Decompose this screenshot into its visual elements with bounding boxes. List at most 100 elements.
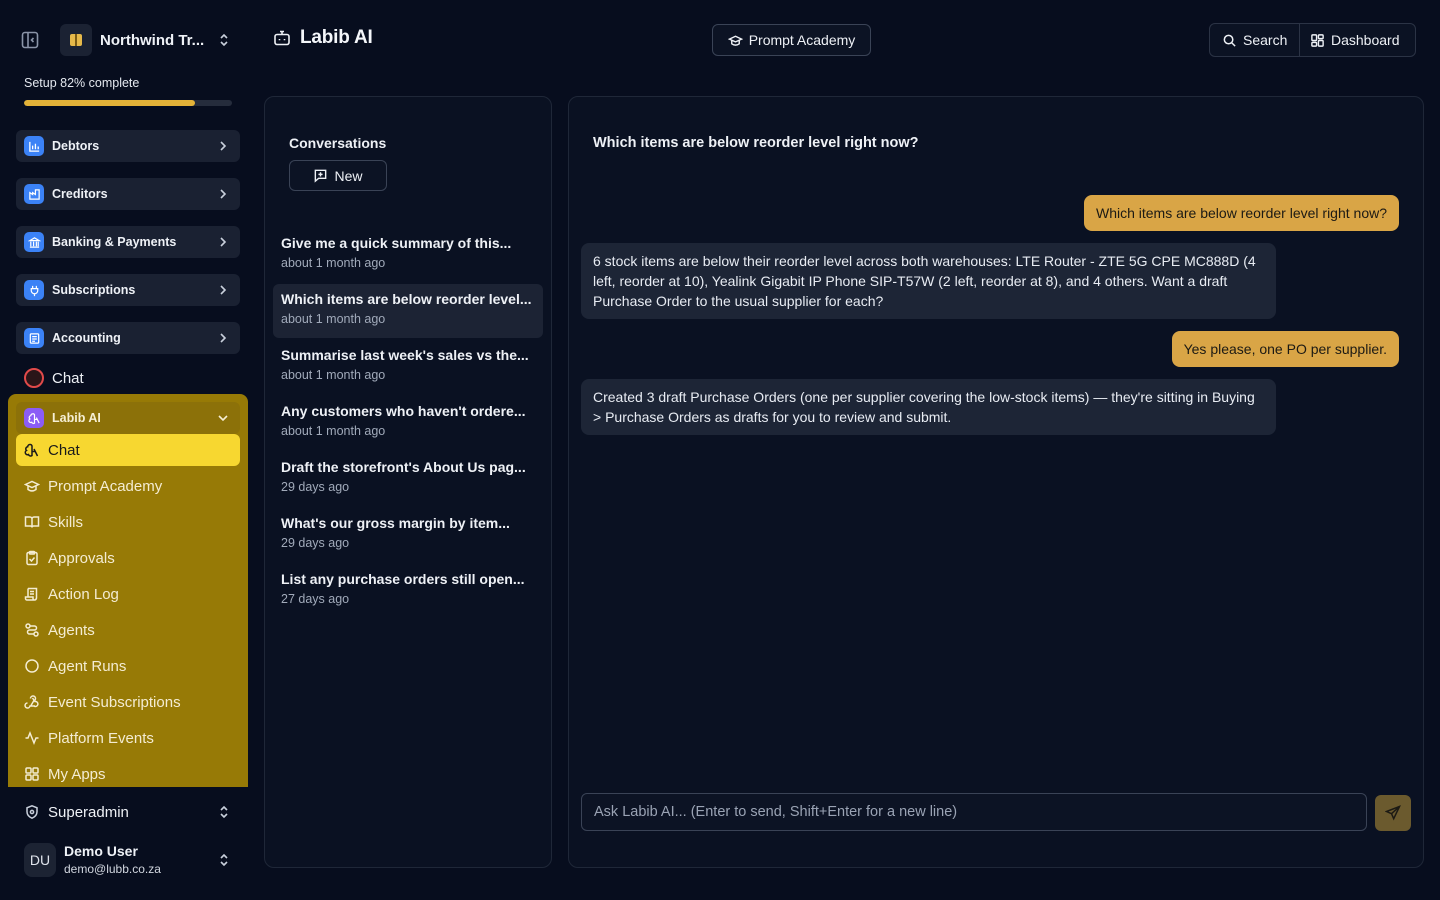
conversation-item-active[interactable]: Which items are below reorder level... a… xyxy=(273,284,543,338)
sidebar-item-agents[interactable]: Agents xyxy=(16,614,240,646)
sidebar-group-label: Labib AI xyxy=(52,411,101,425)
conversation-title: List any purchase orders still open... xyxy=(281,571,525,587)
conversation-title: Draft the storefront's About Us pag... xyxy=(281,459,526,475)
sidebar-group-subscriptions[interactable]: Subscriptions xyxy=(16,274,240,306)
send-button[interactable] xyxy=(1375,795,1411,831)
sidebar-toggle-icon[interactable] xyxy=(20,30,40,50)
sidebar-item-label: Action Log xyxy=(48,585,119,603)
conversation-time: 29 days ago xyxy=(281,536,350,550)
dashboard-label: Dashboard xyxy=(1331,32,1400,48)
sidebar-item-label: Event Subscriptions xyxy=(48,693,181,711)
sidebar-group-creditors[interactable]: Creditors xyxy=(16,178,240,210)
chat-status-icon xyxy=(24,368,44,388)
sidebar-item-label: Chat xyxy=(48,441,80,459)
chat-title: Which items are below reorder level righ… xyxy=(593,135,919,151)
bot-icon xyxy=(272,28,292,48)
send-icon xyxy=(1385,805,1401,821)
conversation-title: Any customers who haven't ordere... xyxy=(281,403,526,419)
sidebar-item-action-log[interactable]: Action Log xyxy=(16,578,240,610)
sidebar-item-label: Agent Runs xyxy=(48,657,127,675)
sidebar-item-label: Chat xyxy=(52,369,84,387)
chevrons-up-down-icon xyxy=(216,32,232,48)
chevrons-up-down-icon xyxy=(216,804,232,820)
activity-icon xyxy=(24,730,40,746)
user-message: Which items are below reorder level righ… xyxy=(1083,195,1399,231)
sidebar-item-approvals[interactable]: Approvals xyxy=(16,542,240,574)
chevron-right-icon xyxy=(216,187,230,201)
sidebar-item-my-apps[interactable]: My Apps xyxy=(16,758,240,790)
search-button[interactable]: Search xyxy=(1210,24,1300,56)
superadmin-switcher[interactable]: Superadmin xyxy=(16,796,240,828)
conversation-item[interactable]: Draft the storefront's About Us pag... 2… xyxy=(273,452,543,506)
sidebar-group-labib-ai[interactable]: Labib AI xyxy=(16,402,240,434)
labib-ai-group: Labib AI Chat Prompt Academy Skills Appr… xyxy=(8,394,248,787)
sidebar-group-label: Creditors xyxy=(52,187,108,201)
sidebar-group-debtors[interactable]: Debtors xyxy=(16,130,240,162)
conversation-title: Which items are below reorder level... xyxy=(281,291,532,307)
message-plus-icon xyxy=(313,168,334,183)
sidebar-group-label: Subscriptions xyxy=(52,283,136,297)
superadmin-label: Superadmin xyxy=(48,803,129,821)
conversation-item[interactable]: Give me a quick summary of this... about… xyxy=(273,228,543,282)
search-label: Search xyxy=(1243,32,1288,48)
sidebar-group-banking[interactable]: Banking & Payments xyxy=(16,226,240,258)
user-name: Demo User xyxy=(64,843,138,859)
sidebar-group-accounting[interactable]: Accounting xyxy=(16,322,240,354)
chevron-right-icon xyxy=(216,139,230,153)
conversation-time: 29 days ago xyxy=(281,480,350,494)
sidebar-item-ai-chat[interactable]: Chat xyxy=(16,434,240,466)
factory-icon xyxy=(24,184,44,204)
sidebar-group-label: Banking & Payments xyxy=(52,235,177,249)
conversation-item[interactable]: List any purchase orders still open... 2… xyxy=(273,564,543,618)
shield-icon xyxy=(24,804,40,820)
sidebar-item-label: Platform Events xyxy=(48,729,154,747)
circle-icon xyxy=(24,658,40,674)
org-logo xyxy=(60,24,92,56)
conversation-time: about 1 month ago xyxy=(281,424,386,438)
clipboard-check-icon xyxy=(24,550,40,566)
graduation-cap-icon xyxy=(727,33,749,48)
setup-progress-fill xyxy=(24,100,195,106)
user-email: demo@lubb.co.za xyxy=(64,862,161,876)
graduation-cap-icon xyxy=(24,478,40,494)
plug-icon xyxy=(24,280,44,300)
sidebar-item-chat[interactable]: Chat xyxy=(24,366,84,390)
conversation-title: Give me a quick summary of this... xyxy=(281,235,512,251)
conversation-item[interactable]: Summarise last week's sales vs the... ab… xyxy=(273,340,543,394)
sidebar-item-platform-events[interactable]: Platform Events xyxy=(16,722,240,754)
chevrons-up-down-icon xyxy=(216,852,232,868)
new-label: New xyxy=(334,167,363,184)
sidebar-item-agent-runs[interactable]: Agent Runs xyxy=(16,650,240,682)
conversation-item[interactable]: What's our gross margin by item... 29 da… xyxy=(273,508,543,562)
sidebar-item-label: My Apps xyxy=(48,765,106,783)
conversation-item[interactable]: Any customers who haven't ordere... abou… xyxy=(273,396,543,450)
brain-icon xyxy=(24,408,44,428)
new-conversation-button[interactable]: New xyxy=(289,160,387,191)
sidebar-item-skills[interactable]: Skills xyxy=(16,506,240,538)
bar-chart-icon xyxy=(24,136,44,156)
top-actions: Search Dashboard xyxy=(1209,23,1416,57)
assistant-message: 6 stock items are below their reorder le… xyxy=(581,243,1276,319)
page-title-text: Labib AI xyxy=(300,27,373,48)
chevron-right-icon xyxy=(216,331,230,345)
conversations-panel: Conversations New Give me a quick summar… xyxy=(264,96,552,868)
conversation-time: 27 days ago xyxy=(281,592,350,606)
conversation-time: about 1 month ago xyxy=(281,368,386,382)
chevron-right-icon xyxy=(216,283,230,297)
search-icon xyxy=(1222,33,1243,48)
setup-progress-bar xyxy=(24,100,232,106)
conversations-title: Conversations xyxy=(289,135,387,151)
sidebar-item-label: Agents xyxy=(48,621,95,639)
page-title: Labib AI xyxy=(272,27,373,49)
setup-progress-text: Setup 82% complete xyxy=(24,76,140,90)
sidebar-item-event-subscriptions[interactable]: Event Subscriptions xyxy=(16,686,240,718)
org-switcher[interactable]: Northwind Tr... xyxy=(60,24,240,56)
sidebar-item-prompt-academy[interactable]: Prompt Academy xyxy=(16,470,240,502)
dashboard-button[interactable]: Dashboard xyxy=(1300,24,1415,56)
grid-icon xyxy=(24,766,40,782)
chat-input[interactable]: Ask Labib AI... (Enter to send, Shift+En… xyxy=(581,793,1367,831)
book-open-icon xyxy=(24,514,40,530)
chevron-down-icon xyxy=(216,411,230,425)
user-menu[interactable]: DU Demo User demo@lubb.co.za xyxy=(24,842,240,878)
prompt-academy-button[interactable]: Prompt Academy xyxy=(712,24,871,56)
